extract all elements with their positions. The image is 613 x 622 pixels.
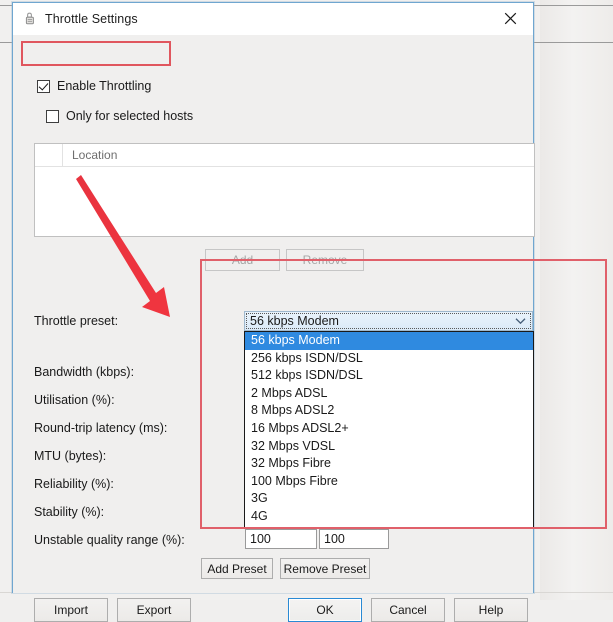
checkbox-enable-throttling-box[interactable]	[37, 79, 50, 93]
throttle-preset-selected-value: 56 kbps Modem	[250, 314, 339, 328]
dropdown-option[interactable]: 32 Mbps VDSL	[245, 438, 533, 456]
help-button[interactable]: Help	[454, 598, 528, 622]
checkbox-enable-throttling[interactable]: Enable Throttling	[37, 79, 151, 93]
dropdown-option[interactable]: 32 Mbps Fibre	[245, 455, 533, 473]
export-button[interactable]: Export	[117, 598, 191, 622]
hosts-list-body[interactable]	[35, 167, 534, 237]
dropdown-option[interactable]: 100 Mbps Fibre	[245, 473, 533, 491]
dropdown-option[interactable]: 56 kbps Modem	[245, 332, 533, 350]
label-round-trip-latency: Round-trip latency (ms):	[34, 421, 168, 435]
hosts-list-view[interactable]: Location	[34, 143, 535, 237]
label-reliability: Reliability (%):	[34, 477, 114, 491]
ok-button[interactable]: OK	[288, 598, 362, 622]
throttle-preset-dropdown-list[interactable]: 56 kbps Modem 256 kbps ISDN/DSL 512 kbps…	[244, 331, 534, 528]
add-preset-button[interactable]: Add Preset	[201, 558, 273, 579]
hosts-list-header: Location	[35, 144, 534, 167]
label-stability: Stability (%):	[34, 505, 105, 519]
dropdown-option[interactable]: 256 kbps ISDN/DSL	[245, 350, 533, 368]
unstable-quality-max-input[interactable]	[319, 529, 389, 549]
dialog-client-area: Enable Throttling Only for selected host…	[13, 35, 535, 622]
throttle-app-icon	[22, 11, 38, 27]
dropdown-option[interactable]: 4G	[245, 508, 533, 526]
checkbox-only-selected-hosts-label: Only for selected hosts	[66, 109, 194, 123]
checkbox-enable-throttling-label: Enable Throttling	[57, 79, 152, 93]
title-bar: Throttle Settings	[13, 3, 533, 35]
label-bandwidth: Bandwidth (kbps):	[34, 365, 135, 379]
label-mtu: MTU (bytes):	[34, 449, 107, 463]
chevron-down-icon[interactable]	[511, 312, 529, 330]
dropdown-option[interactable]: 3G	[245, 490, 533, 508]
import-button[interactable]: Import	[34, 598, 108, 622]
dropdown-option[interactable]: 512 kbps ISDN/DSL	[245, 367, 533, 385]
remove-preset-button[interactable]: Remove Preset	[280, 558, 370, 579]
checkbox-only-selected-hosts-box[interactable]	[46, 109, 59, 123]
checkbox-only-selected-hosts[interactable]: Only for selected hosts	[46, 109, 193, 123]
hosts-list-column-location[interactable]: Location	[63, 144, 534, 166]
throttle-preset-combobox[interactable]: 56 kbps Modem	[244, 311, 533, 331]
close-icon[interactable]	[488, 3, 533, 34]
unstable-quality-min-input[interactable]	[245, 529, 317, 549]
hosts-list-column-checkbox[interactable]	[35, 144, 63, 166]
cancel-button[interactable]: Cancel	[371, 598, 445, 622]
throttle-settings-dialog: Throttle Settings Enable Throttling Only…	[12, 2, 535, 622]
add-host-button[interactable]: Add	[205, 249, 280, 271]
backdrop-sheen	[540, 0, 613, 600]
dropdown-option[interactable]: 2 Mbps ADSL	[245, 385, 533, 403]
remove-host-button[interactable]: Remove	[286, 249, 364, 271]
window-title: Throttle Settings	[45, 11, 138, 26]
label-throttle-preset: Throttle preset:	[34, 314, 119, 328]
label-unstable-quality-range: Unstable quality range (%):	[34, 533, 185, 547]
dropdown-option[interactable]: 8 Mbps ADSL2	[245, 402, 533, 420]
dropdown-option[interactable]: 16 Mbps ADSL2+	[245, 420, 533, 438]
label-utilisation: Utilisation (%):	[34, 393, 115, 407]
